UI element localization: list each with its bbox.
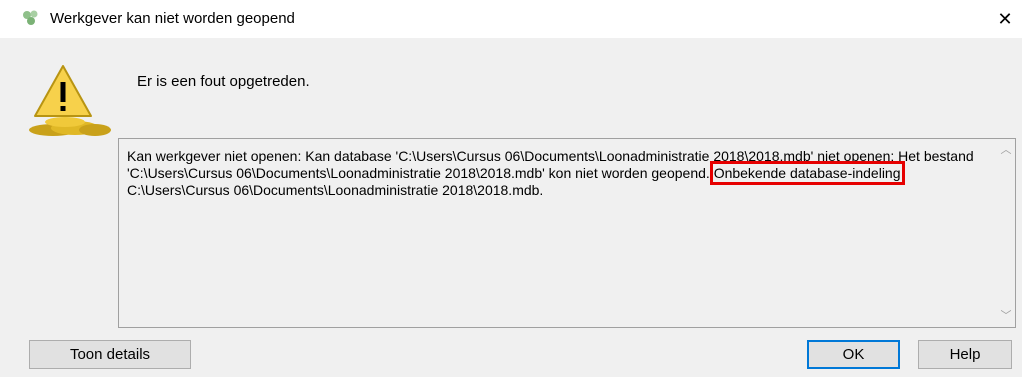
error-text-part2: C:\Users\Cursus 06\Documents\Loonadminis… [127,182,544,198]
error-dialog: Werkgever kan niet worden geopend ✕ Er i… [0,0,1022,377]
error-message-text: Kan werkgever niet openen: Kan database … [127,148,977,199]
vertical-scrollbar[interactable]: ︿ ﹀ [997,139,1015,327]
header-message: Er is een fout opgetreden. [137,73,310,90]
warning-coins-icon [29,65,111,136]
close-button[interactable]: ✕ [990,4,1020,34]
show-details-button[interactable]: Toon details [29,340,191,369]
error-message-box[interactable]: Kan werkgever niet openen: Kan database … [118,138,1016,328]
app-coins-icon [23,10,38,25]
ok-button[interactable]: OK [807,340,900,369]
window-title: Werkgever kan niet worden geopend [50,10,295,27]
scroll-down-arrow-icon[interactable]: ﹀ [997,307,1015,325]
scroll-up-arrow-icon[interactable]: ︿ [997,141,1015,159]
highlighted-error-phrase: Onbekende database-indeling [709,161,905,185]
title-bar: Werkgever kan niet worden geopend ✕ [0,0,1022,38]
help-button[interactable]: Help [918,340,1012,369]
